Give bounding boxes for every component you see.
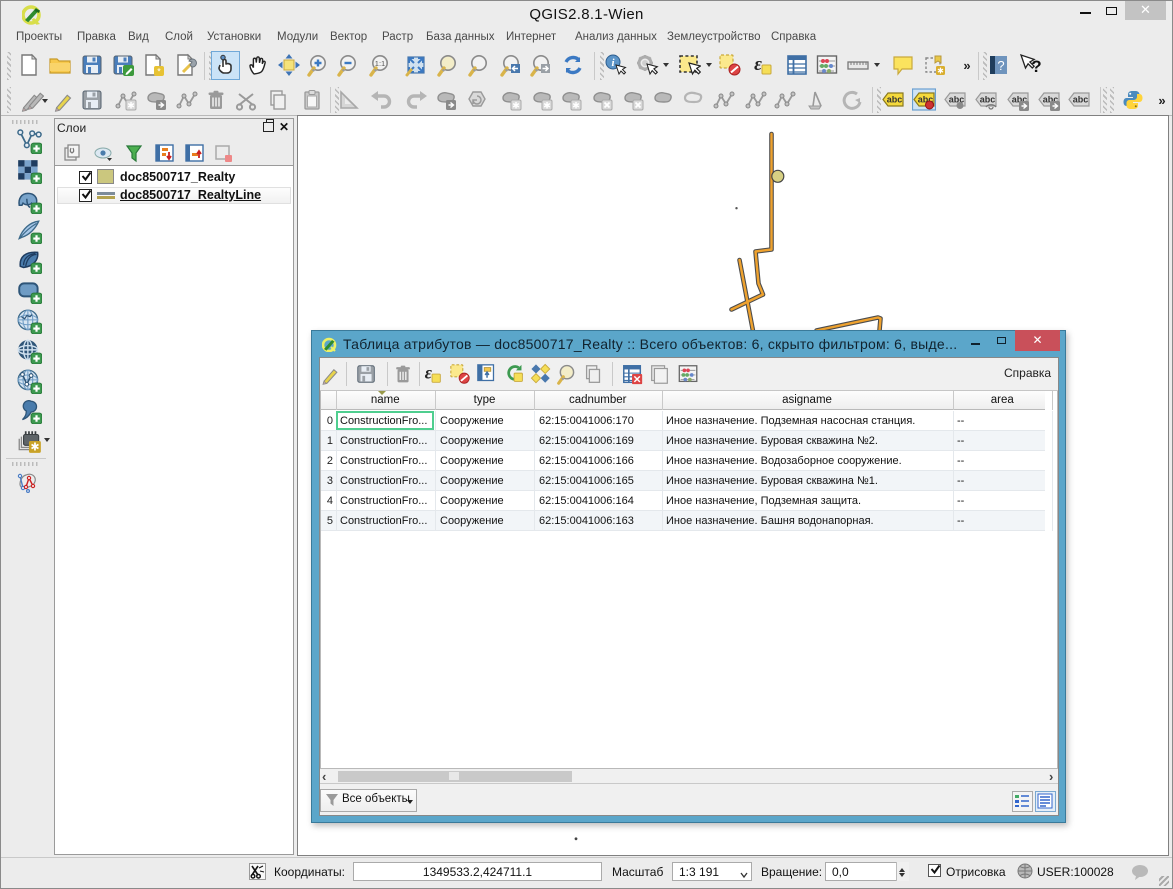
svg-text:✱: ✱ (572, 101, 580, 111)
svg-text:ε: ε (754, 54, 762, 75)
svg-text:abc: abc (887, 95, 903, 105)
svg-text:?: ? (997, 58, 1004, 73)
svg-text:abc: abc (1073, 95, 1089, 105)
svg-text:?: ? (1031, 57, 1041, 76)
svg-text:✱: ✱ (127, 101, 135, 111)
svg-text:*: * (157, 67, 161, 77)
svg-text:abc: abc (980, 95, 996, 105)
svg-text:✱: ✱ (30, 442, 39, 454)
svg-text:ε: ε (425, 363, 433, 383)
svg-text:✱: ✱ (512, 101, 520, 111)
svg-text:✱: ✱ (543, 101, 551, 111)
svg-text:1:1: 1:1 (375, 59, 385, 68)
svg-text:»: » (963, 58, 970, 73)
svg-text:»: » (1158, 93, 1165, 108)
svg-text:✱: ✱ (937, 67, 944, 76)
